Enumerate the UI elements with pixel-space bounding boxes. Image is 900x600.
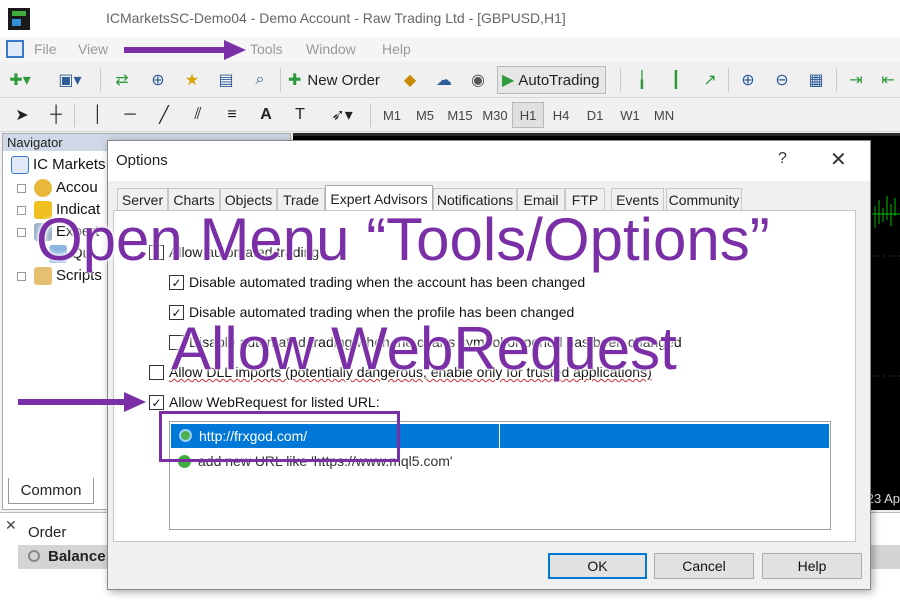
menu-arrow-annotation [124, 40, 246, 60]
zoom-in-icon[interactable]: ⊕ [734, 66, 762, 94]
autotrading-icon: ▶ [502, 72, 515, 89]
menu-help[interactable]: Help [382, 41, 411, 57]
tile-windows-icon[interactable]: ▦ [802, 66, 830, 94]
new-order-button[interactable]: ✚ New Order [288, 66, 380, 94]
disable-on-account-change-label: Disable automated trading when the accou… [189, 274, 586, 290]
disable-on-account-change-checkbox[interactable]: ✓ [169, 275, 184, 290]
checkbox-arrow-annotation [18, 392, 146, 412]
menu-window[interactable]: Window [306, 41, 356, 57]
timeframe-m15[interactable]: M15 [443, 102, 477, 128]
autotrading-label: AutoTrading [518, 71, 600, 89]
vertical-line-icon[interactable]: │ [84, 101, 112, 129]
tester-icon[interactable]: ⌕ [246, 66, 274, 94]
help-button[interactable]: Help [762, 553, 862, 579]
balance-label: Balance: [48, 548, 111, 565]
crosshair-icon[interactable]: ┼ [42, 101, 70, 129]
drawing-toolbar: ➤ ┼ │ ─ ╱ ⫽ ≡ A T ➶▾ M1 M5 M15 M30 H1 H4… [0, 98, 900, 132]
text-tool-icon[interactable]: A [252, 101, 280, 129]
collapse-icon[interactable] [17, 227, 26, 237]
nav-item-broker[interactable]: IC Markets [11, 156, 106, 175]
menu-view[interactable]: View [78, 41, 108, 57]
text-label-icon[interactable]: T [286, 101, 314, 129]
bar-chart-icon[interactable]: ╽ [628, 66, 656, 94]
terminal-column-order[interactable]: Order [28, 524, 66, 541]
signal-icon[interactable]: ◉ [464, 66, 492, 94]
cursor-icon[interactable]: ➤ [8, 101, 36, 129]
timeframe-m5[interactable]: M5 [410, 102, 440, 128]
timeframe-m1[interactable]: M1 [377, 102, 407, 128]
close-icon[interactable]: ✕ [830, 147, 847, 172]
annotation-allow-webrequest: Allow WebRequest [171, 315, 677, 382]
toolbar-separator [728, 68, 729, 92]
column-divider [499, 424, 500, 448]
fibonacci-icon[interactable]: ≡ [218, 101, 246, 129]
toolbar-separator [620, 68, 621, 92]
timeframe-h1[interactable]: H1 [512, 102, 544, 128]
timeframe-w1[interactable]: W1 [614, 102, 646, 128]
allow-webrequest-checkbox[interactable]: ✓ [149, 395, 164, 410]
close-icon[interactable]: ✕ [5, 517, 17, 534]
expand-icon[interactable] [17, 183, 26, 193]
annotation-tools-options: Open Menu “Tools/Options” [36, 206, 770, 273]
window-title: ICMarketsSC-Demo04 - Demo Account - Raw … [106, 10, 566, 26]
candlestick-icon[interactable]: ┃ [662, 66, 690, 94]
toolbar-separator [370, 103, 371, 127]
new-order-label: New Order [307, 71, 380, 89]
dialog-title: Options [116, 152, 168, 169]
accounts-icon [34, 179, 52, 198]
menu-tools[interactable]: Tools [250, 41, 283, 57]
navigator-tab-common[interactable]: Common [8, 478, 94, 504]
timeframe-mn[interactable]: MN [648, 102, 680, 128]
vps-icon[interactable]: ☁ [430, 66, 458, 94]
toolbar-separator [836, 68, 837, 92]
url-highlight-box [159, 411, 400, 462]
toolbar-separator [280, 68, 281, 92]
arrows-dropdown-icon[interactable]: ➶▾ [322, 101, 362, 129]
autotrading-button[interactable]: ▶ AutoTrading [497, 66, 607, 94]
terminal-icon[interactable]: ▤ [212, 66, 240, 94]
cancel-button[interactable]: Cancel [654, 553, 754, 579]
metaeditor-icon[interactable]: ◆ [396, 66, 424, 94]
expand-icon[interactable] [17, 205, 26, 215]
timeframe-d1[interactable]: D1 [580, 102, 610, 128]
trendline-icon[interactable]: ╱ [150, 101, 178, 129]
line-chart-icon[interactable]: ↗ [696, 66, 724, 94]
dialog-title-bar: Options ? ✕ [108, 141, 870, 181]
new-order-icon: ✚ [288, 72, 302, 89]
terminal-tree-icon [11, 156, 29, 175]
toolbar-separator [100, 68, 101, 92]
help-icon[interactable]: ? [778, 150, 787, 168]
chart-shift-icon[interactable]: ⇤ [874, 66, 900, 94]
zoom-out-icon[interactable]: ⊖ [768, 66, 796, 94]
balance-icon [28, 550, 40, 562]
document-icon[interactable] [6, 40, 24, 58]
allow-dll-imports-checkbox[interactable] [149, 365, 164, 380]
expand-icon[interactable] [17, 271, 26, 281]
chart-date-label: 23 Ap [866, 491, 900, 506]
title-bar: ICMarketsSC-Demo04 - Demo Account - Raw … [0, 0, 900, 37]
navigator-star-icon[interactable]: ★ [178, 66, 206, 94]
auto-scroll-icon[interactable]: ⇥ [842, 66, 870, 94]
crosshair-target-icon[interactable]: ⊕ [144, 66, 172, 94]
app-logo [8, 8, 30, 30]
ok-button[interactable]: OK [548, 553, 647, 579]
new-chart-icon[interactable]: ✚▾ [6, 66, 34, 94]
channel-icon[interactable]: ⫽ [184, 101, 212, 129]
market-watch-icon[interactable]: ⇄ [108, 66, 136, 94]
nav-item-accounts[interactable]: Accou [17, 179, 98, 198]
horizontal-line-icon[interactable]: ─ [116, 101, 144, 129]
allow-webrequest-label: Allow WebRequest for listed URL: [169, 394, 380, 410]
timeframe-m30[interactable]: M30 [478, 102, 512, 128]
standard-toolbar: ✚▾ ▣▾ ⇄ ⊕ ★ ▤ ⌕ ✚ New Order ◆ ☁ ◉ ▶ Auto… [0, 62, 900, 98]
profiles-icon[interactable]: ▣▾ [56, 66, 84, 94]
menu-file[interactable]: File [34, 41, 57, 57]
toolbar-separator [74, 103, 75, 127]
timeframe-h4[interactable]: H4 [546, 102, 576, 128]
